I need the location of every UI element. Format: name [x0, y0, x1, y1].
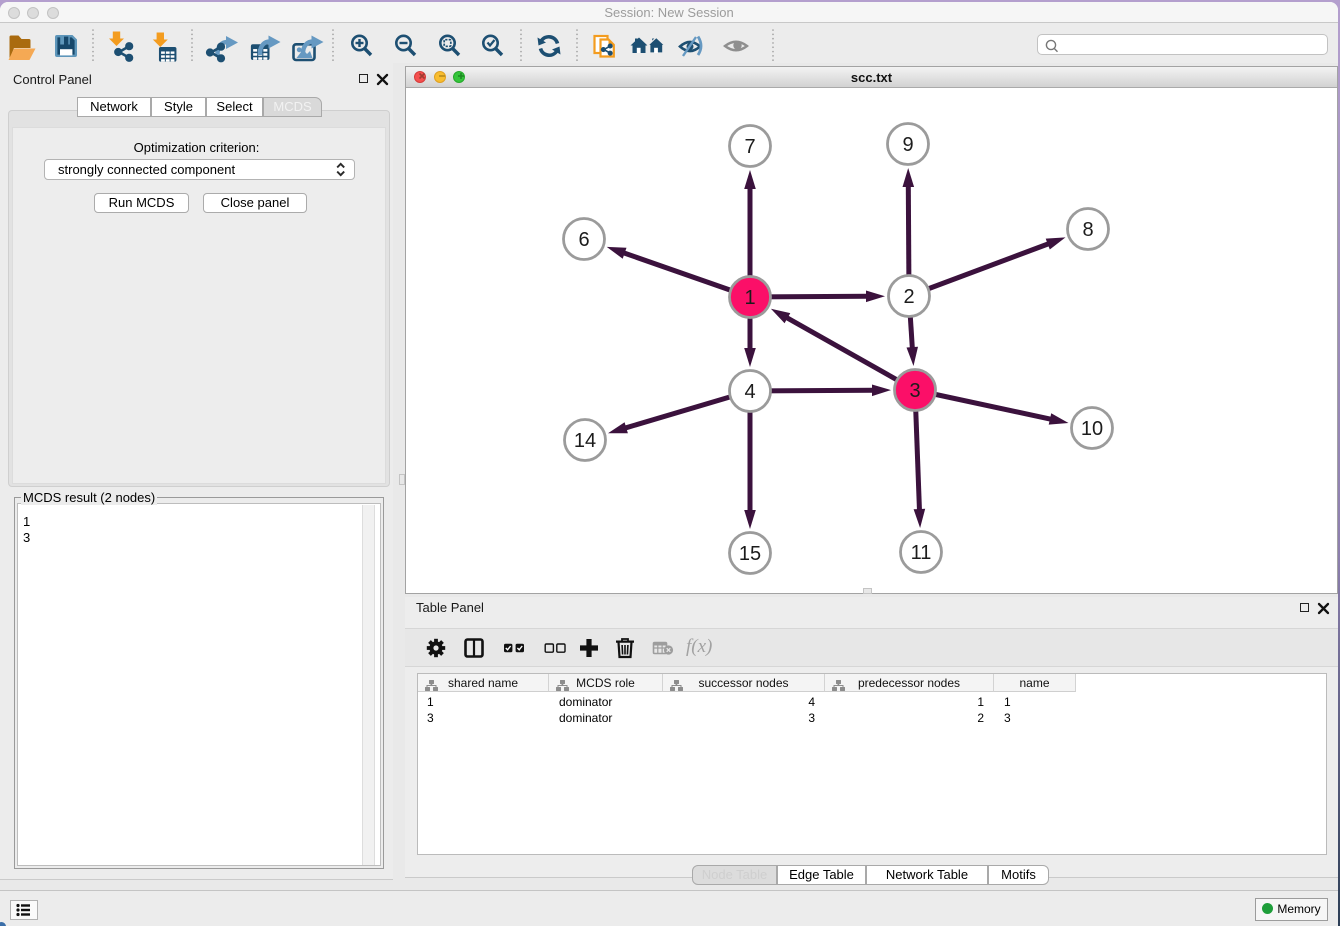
- svg-text:11: 11: [911, 542, 932, 564]
- svg-text:9: 9: [902, 134, 913, 156]
- svg-text:14: 14: [574, 430, 596, 452]
- svg-text:4: 4: [744, 381, 755, 403]
- svg-text:15: 15: [739, 543, 761, 565]
- svg-text:6: 6: [578, 229, 589, 251]
- svg-text:7: 7: [744, 136, 755, 158]
- svg-text:1: 1: [744, 287, 755, 309]
- svg-text:10: 10: [1081, 418, 1103, 440]
- svg-text:2: 2: [903, 286, 914, 308]
- svg-text:8: 8: [1082, 219, 1093, 241]
- svg-text:3: 3: [909, 380, 920, 402]
